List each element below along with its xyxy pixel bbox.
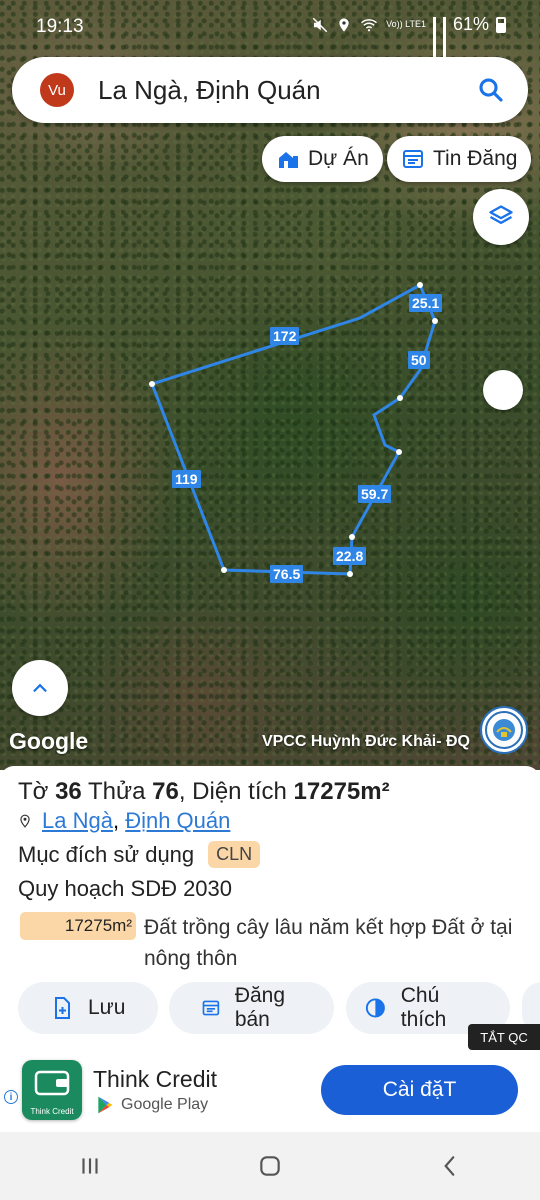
layers-icon bbox=[489, 205, 513, 224]
edge-label-south-east-short: 22.8 bbox=[333, 547, 367, 565]
district-link[interactable]: Định Quán bbox=[125, 808, 230, 833]
battery-icon bbox=[496, 16, 506, 33]
edge-label-northeast: 25.1 bbox=[409, 294, 443, 312]
location-button[interactable] bbox=[483, 370, 523, 410]
expand-sheet-button[interactable] bbox=[12, 660, 68, 716]
purpose-label: Mục đích sử dụng bbox=[18, 841, 195, 867]
google-logo: Google bbox=[9, 728, 89, 754]
to-label: Tờ bbox=[18, 778, 49, 805]
status-bar: 19:13 Vo)) LTE1 61% bbox=[0, 0, 540, 60]
avatar[interactable]: Vu bbox=[40, 73, 74, 107]
edge-label-south: 76.5 bbox=[270, 565, 304, 583]
post-sale-button[interactable]: Đăng bán bbox=[169, 982, 334, 1034]
tin-dang-label: Tin Đăng bbox=[433, 147, 518, 170]
wallet-icon bbox=[34, 1070, 70, 1096]
signal-icon-2 bbox=[442, 16, 446, 60]
commune-link[interactable]: La Ngà bbox=[42, 808, 113, 833]
home-icon[interactable] bbox=[257, 1153, 283, 1179]
building-icon bbox=[279, 152, 298, 168]
edge-label-east: 50 bbox=[408, 351, 430, 369]
dien-tich-value: 17275m² bbox=[293, 778, 390, 805]
location-row: La Ngà, Định Quán bbox=[18, 808, 230, 834]
google-play-icon bbox=[98, 1096, 113, 1114]
purpose-code-badge: CLN bbox=[208, 841, 261, 868]
mute-icon bbox=[312, 17, 328, 32]
recent-apps-icon[interactable] bbox=[77, 1153, 103, 1179]
network-label: Vo)) LTE1 bbox=[386, 19, 426, 29]
area-badge: 17275m² bbox=[20, 912, 136, 940]
status-time: 19:13 bbox=[36, 16, 84, 37]
status-icons: Vo)) LTE1 61% bbox=[311, 14, 506, 60]
think-credit-app-icon[interactable]: Think Credit bbox=[22, 1060, 82, 1120]
edge-label-west: 119 bbox=[172, 470, 201, 488]
location-pin-icon bbox=[339, 17, 349, 32]
thua-value: 76 bbox=[152, 778, 179, 805]
watermark-text: VPCC Huỳnh Đức Khải- ĐQ bbox=[261, 733, 470, 750]
store-label: Google Play bbox=[121, 1096, 209, 1113]
search-input[interactable]: La Ngà, Định Quán bbox=[98, 75, 476, 106]
battery-percent: 61% bbox=[452, 14, 489, 34]
area-description: Đất trồng cây lâu năm kết hợp Đất ở tại … bbox=[144, 916, 513, 970]
contrast-icon bbox=[365, 998, 385, 1018]
dien-tich-label: , Diện tích bbox=[178, 778, 287, 805]
to-value: 36 bbox=[55, 778, 82, 805]
ad-banner[interactable]: i Think Credit Think Credit Google Play … bbox=[0, 1052, 540, 1132]
location-pin-icon bbox=[20, 814, 30, 828]
search-bar[interactable]: Vu La Ngà, Định Quán bbox=[12, 57, 528, 123]
signal-icon bbox=[432, 16, 436, 60]
info-icon[interactable]: i bbox=[4, 1090, 18, 1104]
chevron-up-icon bbox=[33, 683, 47, 692]
add-file-icon bbox=[55, 997, 70, 1019]
parcel-title: Tờ 36 Thửa 76, Diện tích 17275m² bbox=[18, 778, 390, 806]
app-icon-label: Think Credit bbox=[30, 1107, 74, 1116]
thua-label: Thửa bbox=[88, 778, 146, 805]
store-badge: Google Play bbox=[95, 1095, 208, 1115]
location-separator: , bbox=[112, 808, 120, 833]
save-label: Lưu bbox=[88, 996, 126, 1019]
du-an-label: Dự Án bbox=[308, 147, 369, 170]
plan-label: Quy hoạch SDĐ 2030 bbox=[18, 876, 233, 901]
ad-title[interactable]: Think Credit bbox=[93, 1066, 217, 1093]
listing-icon bbox=[403, 150, 423, 168]
purpose-row: Mục đích sử dụng CLN bbox=[18, 841, 261, 868]
system-nav-bar bbox=[0, 1132, 540, 1200]
du-an-chip[interactable]: Dự Án bbox=[262, 136, 383, 182]
edge-label-southeast: 59.7 bbox=[358, 485, 392, 503]
edge-label-north: 172 bbox=[270, 327, 300, 345]
search-icon[interactable] bbox=[476, 75, 506, 105]
save-button[interactable]: Lưu bbox=[18, 982, 158, 1034]
back-icon[interactable] bbox=[437, 1153, 463, 1179]
post-sale-label: Đăng bán bbox=[234, 984, 286, 1031]
layers-button[interactable] bbox=[473, 189, 529, 245]
install-button[interactable]: Cài đặT bbox=[321, 1065, 518, 1115]
office-seal-logo bbox=[480, 706, 528, 754]
close-ad-tag[interactable]: TẮT QC bbox=[468, 1024, 540, 1050]
tin-dang-chip[interactable]: Tin Đăng bbox=[387, 136, 532, 182]
listing-icon bbox=[202, 1000, 220, 1016]
parcel-info-sheet: Tờ 36 Thửa 76, Diện tích 17275m² La Ngà,… bbox=[0, 766, 540, 1056]
wifi-icon bbox=[361, 18, 378, 31]
